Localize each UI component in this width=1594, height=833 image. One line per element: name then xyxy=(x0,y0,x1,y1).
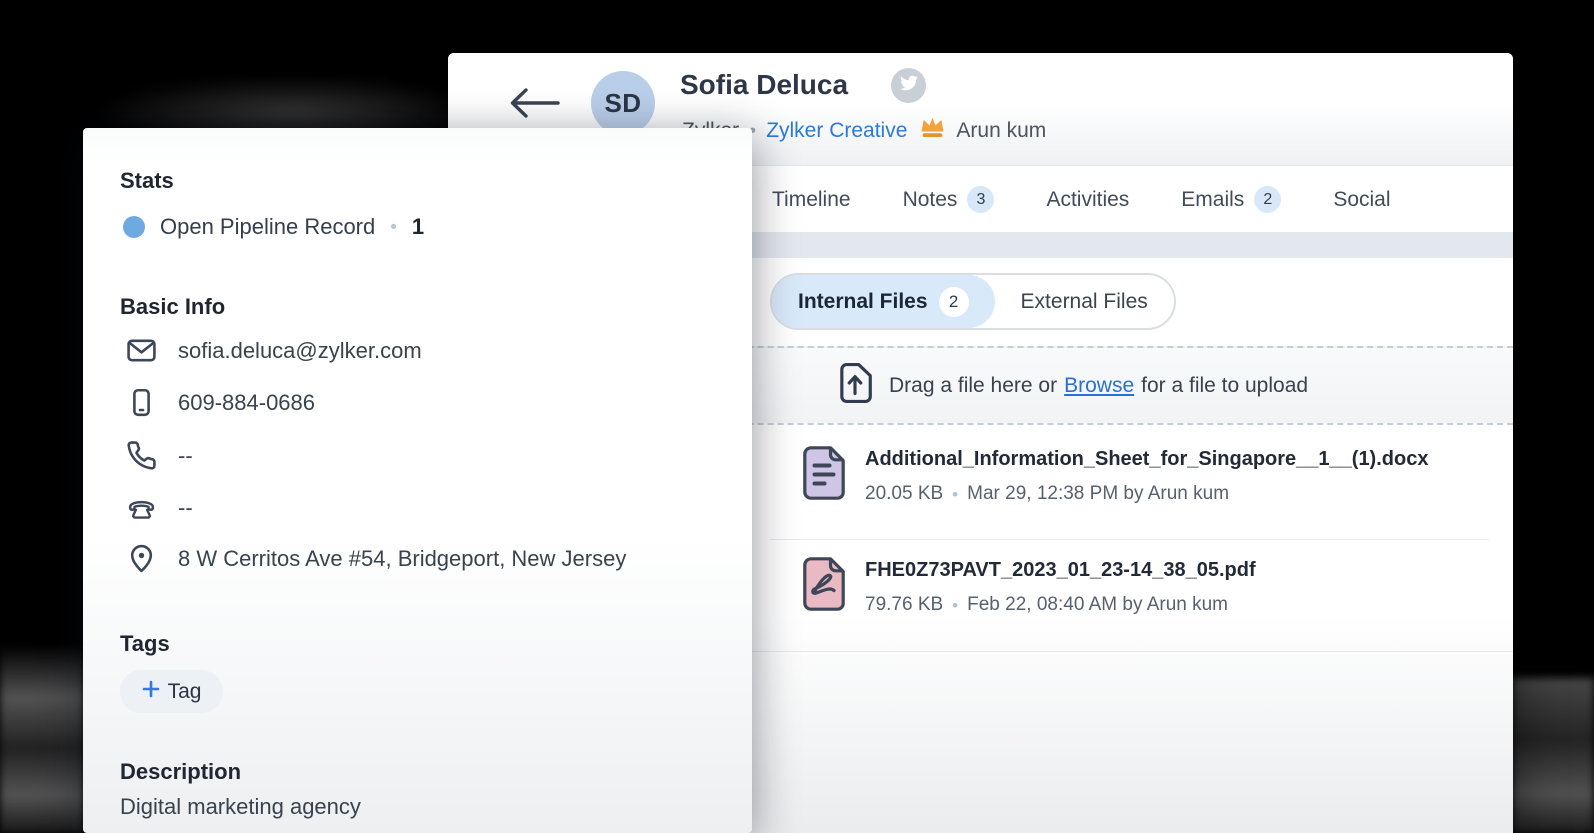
file-size: 20.05 KB xyxy=(865,483,943,505)
mobile-row[interactable]: 609-884-0686 xyxy=(125,387,315,418)
tab-label: Emails xyxy=(1181,188,1244,212)
page-title: Sofia Deluca xyxy=(680,69,848,101)
shadow-artifact xyxy=(1512,678,1594,833)
blue-dot-icon xyxy=(123,216,145,238)
file-uploaded-info: Feb 22, 08:40 AM by Arun kum xyxy=(967,594,1228,616)
telephone-icon xyxy=(125,492,157,523)
add-tag-label: Tag xyxy=(168,680,202,704)
mobile-icon xyxy=(125,387,157,418)
add-tag-button[interactable]: Tag xyxy=(120,670,223,713)
shadow-artifact xyxy=(0,645,84,833)
emails-count-badge: 2 xyxy=(1254,186,1281,213)
address-value: 8 W Cerritos Ave #54, Bridgeport, New Je… xyxy=(178,546,626,572)
tab-label: Notes xyxy=(903,188,958,212)
location-icon xyxy=(125,543,157,574)
tab-label: Timeline xyxy=(772,188,851,212)
internal-files-count-badge: 2 xyxy=(939,287,969,317)
email-icon xyxy=(125,335,157,366)
address-row[interactable]: 8 W Cerritos Ave #54, Bridgeport, New Je… xyxy=(125,543,626,574)
tab-notes[interactable]: Notes 3 xyxy=(903,186,995,213)
tab-label: Activities xyxy=(1046,188,1129,212)
external-files-segment[interactable]: External Files xyxy=(995,275,1174,328)
stats-heading: Stats xyxy=(120,168,174,194)
tab-label: Social xyxy=(1333,188,1390,212)
phone-icon xyxy=(125,440,157,471)
description-heading: Description xyxy=(120,759,241,785)
separator-dot: • xyxy=(952,597,958,614)
telephone-value: -- xyxy=(178,495,193,521)
file-upload-icon xyxy=(838,363,872,408)
file-name[interactable]: FHE0Z73PAVT_2023_01_23-14_38_05.pdf xyxy=(865,559,1256,582)
segment-label: External Files xyxy=(1021,290,1148,314)
account-link[interactable]: Zylker Creative xyxy=(766,119,907,143)
stat-value: 1 xyxy=(412,214,424,240)
tab-timeline[interactable]: Timeline xyxy=(772,188,851,212)
notes-count-badge: 3 xyxy=(967,186,994,213)
file-meta: 79.76 KB • Feb 22, 08:40 AM by Arun kum xyxy=(865,594,1228,616)
description-text: Digital marketing agency xyxy=(120,794,361,820)
phone-row[interactable]: -- xyxy=(125,440,193,471)
segment-label: Internal Files xyxy=(798,290,928,314)
file-meta: 20.05 KB • Mar 29, 12:38 PM by Arun kum xyxy=(865,483,1229,505)
tab-activities[interactable]: Activities xyxy=(1046,188,1129,212)
dropzone-text-before: Drag a file here or xyxy=(889,374,1057,398)
back-button[interactable] xyxy=(506,83,562,123)
tags-heading: Tags xyxy=(120,631,170,657)
twitter-icon xyxy=(900,74,918,97)
crown-icon xyxy=(919,115,946,145)
separator-dot: • xyxy=(390,218,397,237)
stat-label: Open Pipeline Record xyxy=(160,214,375,240)
divider xyxy=(770,539,1489,540)
stat-row: Open Pipeline Record • 1 xyxy=(123,214,424,240)
pdf-file-icon xyxy=(803,557,845,616)
tab-emails[interactable]: Emails 2 xyxy=(1181,186,1281,213)
telephone-row[interactable]: -- xyxy=(125,492,193,523)
owner-name: Arun kum xyxy=(956,119,1046,143)
tab-social[interactable]: Social xyxy=(1333,188,1390,212)
files-filter-toggle: Internal Files 2 External Files xyxy=(770,273,1176,330)
separator-dot: • xyxy=(952,486,958,503)
arrow-left-icon xyxy=(506,110,562,127)
contact-summary-card: Stats Open Pipeline Record • 1 Basic Inf… xyxy=(83,128,752,833)
browse-link[interactable]: Browse xyxy=(1064,374,1134,398)
file-size: 79.76 KB xyxy=(865,594,943,616)
phone-value: -- xyxy=(178,443,193,469)
basic-info-heading: Basic Info xyxy=(120,294,225,320)
mobile-value: 609-884-0686 xyxy=(178,390,315,416)
file-name[interactable]: Additional_Information_Sheet_for_Singapo… xyxy=(865,448,1428,471)
dropzone-text: Drag a file here or Browse for a file to… xyxy=(889,374,1308,398)
dropzone-text-after: for a file to upload xyxy=(1141,374,1308,398)
file-uploaded-info: Mar 29, 12:38 PM by Arun kum xyxy=(967,483,1229,505)
docx-file-icon xyxy=(803,446,845,505)
avatar[interactable]: SD xyxy=(591,71,655,135)
plus-icon xyxy=(142,680,160,704)
internal-files-segment[interactable]: Internal Files 2 xyxy=(772,275,995,328)
email-value: sofia.deluca@zylker.com xyxy=(178,338,422,364)
twitter-button[interactable] xyxy=(891,68,926,103)
email-row[interactable]: sofia.deluca@zylker.com xyxy=(125,335,422,366)
